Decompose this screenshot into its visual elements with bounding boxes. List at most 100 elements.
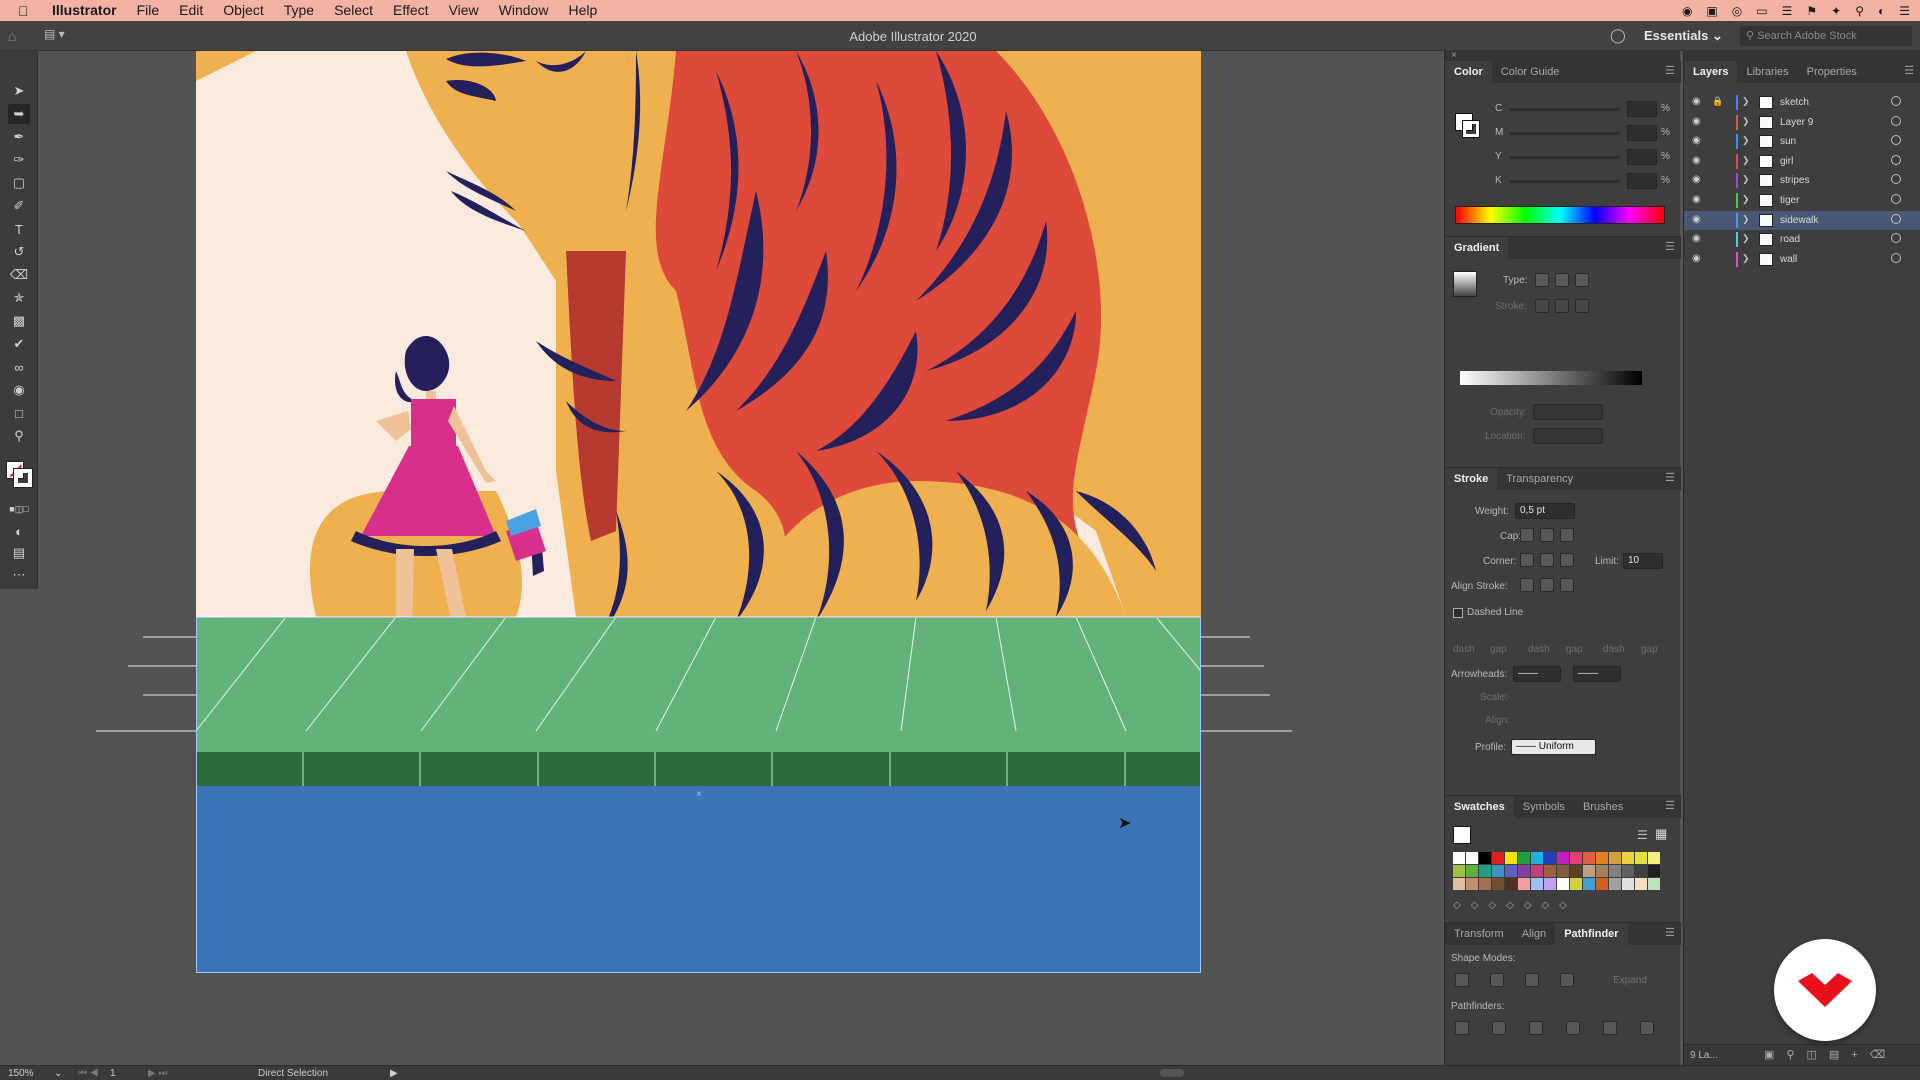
round-join-button[interactable]	[1540, 553, 1554, 567]
layer-name[interactable]: road	[1780, 234, 1800, 245]
menu-file[interactable]: File	[127, 0, 170, 21]
tab-transform[interactable]: Transform	[1445, 923, 1513, 945]
exclude-button[interactable]	[1560, 973, 1574, 987]
color-swatch[interactable]	[1453, 852, 1465, 864]
search-stock-input[interactable]: ⚲ Search Adobe Stock	[1740, 26, 1912, 46]
color-swatch[interactable]	[1635, 878, 1647, 890]
color-swatch[interactable]	[1635, 865, 1647, 877]
layer-name[interactable]: stripes	[1780, 175, 1809, 186]
gradient-stroke-button-3[interactable]	[1575, 299, 1589, 313]
color-swatch[interactable]	[1531, 865, 1543, 877]
visibility-eye-icon[interactable]: ◉	[1692, 174, 1701, 185]
layer-row[interactable]: ◉ ❯ girl	[1684, 152, 1920, 171]
color-swatch[interactable]	[1518, 852, 1530, 864]
close-icon[interactable]: ×	[1451, 50, 1457, 61]
align-center-button[interactable]	[1520, 578, 1534, 592]
color-swatch[interactable]	[1583, 878, 1595, 890]
pen-tool-icon[interactable]: ✒	[8, 127, 30, 147]
color-swatch[interactable]	[1544, 878, 1556, 890]
layer-name[interactable]: sketch	[1780, 97, 1809, 108]
channel-c-input[interactable]	[1627, 101, 1657, 117]
layer-target-icon[interactable]	[1891, 115, 1901, 126]
gradient-preview[interactable]	[1453, 271, 1477, 297]
color-swatch[interactable]	[1596, 852, 1608, 864]
color-swatch[interactable]	[1505, 852, 1517, 864]
creative-cloud-icon[interactable]: ◉	[1682, 4, 1692, 18]
channel-y-slider[interactable]	[1510, 156, 1620, 159]
color-swatch[interactable]	[1557, 865, 1569, 877]
expand-chevron-icon[interactable]: ❯	[1742, 233, 1750, 244]
tab-transparency[interactable]: Transparency	[1497, 468, 1582, 490]
color-swatch[interactable]	[1466, 878, 1478, 890]
layer-row[interactable]: ◉ ❯ road	[1684, 230, 1920, 249]
color-swatch[interactable]	[1622, 865, 1634, 877]
layer-target-icon[interactable]	[1891, 154, 1901, 165]
color-swatch[interactable]	[1479, 878, 1491, 890]
butt-cap-button[interactable]	[1520, 528, 1534, 542]
unite-button[interactable]	[1455, 973, 1469, 987]
color-swatch[interactable]	[1466, 852, 1478, 864]
color-swatch[interactable]	[1570, 852, 1582, 864]
align-outside-button[interactable]	[1560, 578, 1574, 592]
color-swatch[interactable]	[1479, 865, 1491, 877]
trim-button[interactable]	[1492, 1021, 1506, 1035]
visibility-eye-icon[interactable]: ◉	[1692, 214, 1701, 225]
end-arrowhead-select[interactable]: ——	[1573, 666, 1621, 682]
paintbrush-tool-icon[interactable]: ✐	[8, 196, 30, 216]
color-swatch[interactable]	[1544, 865, 1556, 877]
panel-menu-icon[interactable]: ☰	[1904, 64, 1914, 77]
artboard-number[interactable]: 1	[110, 1068, 116, 1079]
list-view-icon[interactable]: ☰	[1637, 828, 1648, 842]
channel-k-input[interactable]	[1627, 173, 1657, 189]
color-swatch[interactable]	[1466, 865, 1478, 877]
panel-menu-icon[interactable]: ☰	[1665, 926, 1675, 939]
color-swatch[interactable]	[1492, 852, 1504, 864]
color-mode-icons[interactable]: ■◫□	[8, 499, 30, 519]
layer-actions-icons[interactable]: ▣⚲◫▤+⌫	[1764, 1048, 1897, 1061]
layer-name[interactable]: sidewalk	[1780, 215, 1818, 226]
color-swatch[interactable]	[1492, 865, 1504, 877]
layer-name[interactable]: sun	[1780, 136, 1796, 147]
menu-help[interactable]: Help	[558, 0, 607, 21]
swatch-grid[interactable]	[1453, 852, 1660, 892]
color-swatch[interactable]	[1570, 865, 1582, 877]
color-swatch[interactable]	[1544, 852, 1556, 864]
layer-target-icon[interactable]	[1891, 135, 1901, 146]
visibility-eye-icon[interactable]: ◉	[1692, 194, 1701, 205]
panel-menu-icon[interactable]: ☰	[1665, 799, 1675, 812]
channel-m-input[interactable]	[1627, 125, 1657, 141]
expand-button[interactable]: Expand	[1613, 975, 1647, 986]
menu-app[interactable]: Illustrator	[42, 0, 127, 21]
workspace-switcher[interactable]: Essentials ⌄	[1644, 28, 1723, 44]
bluetooth-icon[interactable]: ✦	[1831, 4, 1841, 18]
color-spectrum[interactable]	[1455, 206, 1665, 224]
wifi-icon[interactable]: ☰	[1782, 4, 1793, 18]
artboard-tool-icon[interactable]: □	[8, 403, 30, 423]
screen-mode-icon[interactable]: ▤	[8, 543, 30, 563]
channel-m-slider[interactable]	[1510, 132, 1620, 135]
expand-chevron-icon[interactable]: ❯	[1742, 155, 1750, 166]
layer-target-icon[interactable]	[1891, 213, 1901, 224]
visibility-eye-icon[interactable]: ◉	[1692, 116, 1701, 127]
color-swatch[interactable]	[1557, 852, 1569, 864]
expand-chevron-icon[interactable]: ❯	[1742, 194, 1750, 205]
tab-libraries[interactable]: Libraries	[1737, 61, 1797, 83]
color-stroke-swatch[interactable]	[1462, 120, 1480, 138]
color-swatch[interactable]	[1648, 865, 1660, 877]
layer-name[interactable]: girl	[1780, 156, 1793, 167]
tab-color-guide[interactable]: Color Guide	[1492, 61, 1569, 83]
expand-chevron-icon[interactable]: ❯	[1742, 214, 1750, 225]
color-swatch[interactable]	[1531, 878, 1543, 890]
horizontal-scrollbar[interactable]	[1160, 1069, 1184, 1077]
document-canvas[interactable]: × ➤	[38, 51, 1444, 1065]
screen-mirror-icon[interactable]: ▭	[1756, 4, 1767, 18]
bevel-join-button[interactable]	[1560, 553, 1574, 567]
search-icon[interactable]: ⚲	[1855, 4, 1864, 18]
tab-stroke[interactable]: Stroke	[1445, 468, 1498, 490]
color-swatch[interactable]	[1492, 878, 1504, 890]
zoom-dropdown-icon[interactable]: ⌄	[54, 1068, 62, 1079]
color-swatch[interactable]	[1479, 852, 1491, 864]
layer-target-icon[interactable]	[1891, 252, 1901, 263]
color-swatch[interactable]	[1505, 865, 1517, 877]
layer-target-icon[interactable]	[1891, 174, 1901, 185]
